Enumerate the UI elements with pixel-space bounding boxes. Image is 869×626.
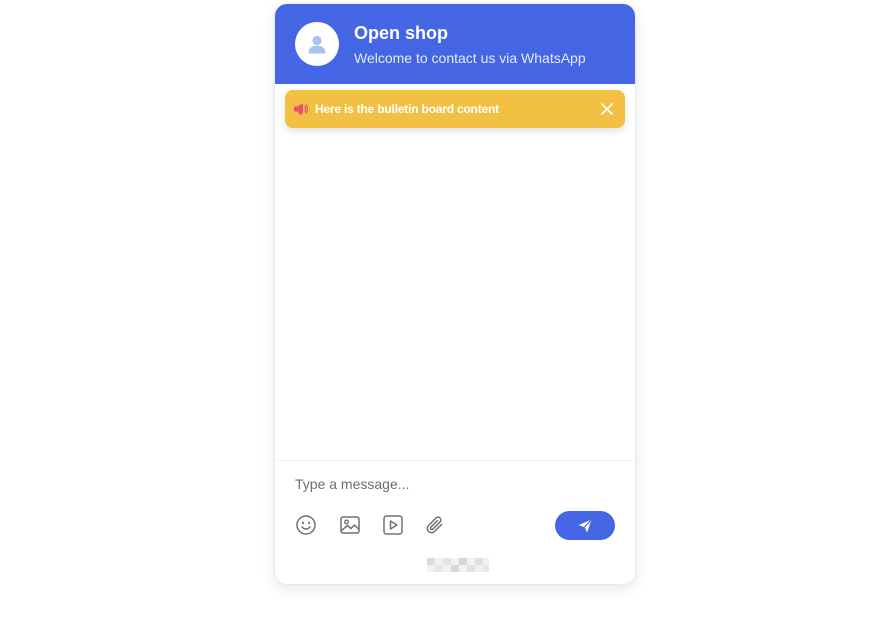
send-icon bbox=[578, 518, 592, 532]
shop-title: Open shop bbox=[354, 23, 448, 43]
message-area[interactable] bbox=[275, 128, 635, 460]
bulletin-board: Here is the bulletin board content bbox=[285, 90, 625, 128]
attachment-icon[interactable] bbox=[424, 514, 446, 536]
chat-header: Open shop Welcome to contact us via What… bbox=[275, 4, 635, 84]
chat-widget: Open shop Welcome to contact us via What… bbox=[275, 4, 635, 584]
shop-subtitle: Welcome to contact us via WhatsApp bbox=[354, 50, 586, 66]
megaphone-icon bbox=[294, 103, 308, 115]
shop-avatar bbox=[295, 22, 339, 66]
user-avatar-icon bbox=[308, 35, 326, 54]
composer-divider bbox=[275, 460, 635, 461]
message-input[interactable] bbox=[295, 472, 615, 496]
send-button[interactable] bbox=[555, 511, 615, 540]
pixelated-branding-logo bbox=[427, 558, 489, 572]
bulletin-text: Here is the bulletin board content bbox=[315, 102, 499, 116]
close-icon[interactable] bbox=[599, 101, 615, 117]
image-icon[interactable] bbox=[339, 514, 361, 536]
video-icon[interactable] bbox=[382, 514, 404, 536]
emoji-icon[interactable] bbox=[295, 514, 317, 536]
